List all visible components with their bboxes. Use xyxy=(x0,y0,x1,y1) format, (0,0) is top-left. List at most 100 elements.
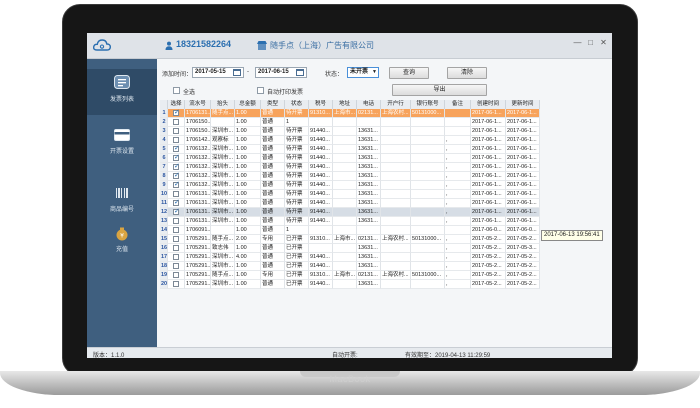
row-select-cell[interactable] xyxy=(168,244,185,253)
row-select-cell[interactable]: ✓ xyxy=(168,154,185,163)
column-header[interactable]: 流水号 xyxy=(185,100,211,109)
table-row[interactable]: 11 ✓ 1706131... 深圳市... 1.00 普通 待开票 91440... 1363… xyxy=(160,199,540,208)
calendar-icon[interactable] xyxy=(233,69,241,76)
sidebar-item-product-code[interactable]: 商品编号 xyxy=(87,187,157,227)
row-checkbox[interactable] xyxy=(173,128,179,134)
sidebar-item-recharge[interactable]: ¥ 充值 xyxy=(87,227,157,267)
row-select-cell[interactable] xyxy=(168,271,185,280)
row-select-cell[interactable] xyxy=(168,136,185,145)
row-select-cell[interactable] xyxy=(168,235,185,244)
table-row[interactable]: 16 1705291... 致志伟 1.00 普通 已开票 13631..., 2017-05… xyxy=(160,244,540,253)
row-select-cell[interactable]: ✓ xyxy=(168,172,185,181)
table-cell: 普通 xyxy=(261,199,285,208)
row-select-cell[interactable] xyxy=(168,262,185,271)
table-row[interactable]: 19 1705291... 随手点... 1.00 专用 已开票 91310... 上海市..… xyxy=(160,271,540,280)
row-select-cell[interactable]: ✓ xyxy=(168,199,185,208)
row-checkbox[interactable]: ✓ xyxy=(173,208,180,215)
column-header[interactable]: 电话 xyxy=(357,100,381,109)
row-select-cell[interactable] xyxy=(168,253,185,262)
row-checkbox[interactable] xyxy=(173,119,179,125)
table-row[interactable]: 17 1705291... 深圳市... 4.00 普通 已开票 91440... 13631… xyxy=(160,253,540,262)
status-select[interactable]: 未开票 ▼ xyxy=(347,67,379,78)
column-header[interactable]: 抬头 xyxy=(211,100,235,109)
query-button[interactable]: 查询 xyxy=(389,67,429,79)
row-checkbox[interactable] xyxy=(173,137,179,143)
clear-button[interactable]: 清除 xyxy=(447,67,487,79)
column-header[interactable]: 更新时间 xyxy=(506,100,540,109)
row-select-cell[interactable] xyxy=(168,217,185,226)
select-all-checkbox[interactable] xyxy=(173,87,180,94)
row-checkbox[interactable]: ✓ xyxy=(173,172,180,179)
svg-text:¥: ¥ xyxy=(120,233,124,240)
column-header[interactable]: 备注 xyxy=(445,100,471,109)
row-checkbox[interactable]: ✓ xyxy=(173,109,180,116)
row-select-cell[interactable] xyxy=(168,280,185,289)
table-row[interactable]: 12 ✓ 1706131... 深圳市... 1.00 普通 待开票 91440... 1363… xyxy=(160,208,540,217)
row-select-cell[interactable] xyxy=(168,127,185,136)
table-row[interactable]: 8 ✓ 1706132... 深圳市... 1.00 普通 待开票 91440... 13631… xyxy=(160,172,540,181)
table-cell: 2017-06-1... xyxy=(471,127,506,136)
row-select-cell[interactable]: ✓ xyxy=(168,145,185,154)
row-checkbox[interactable]: ✓ xyxy=(173,145,180,152)
table-row[interactable]: 1 ✓ 1706131... 随手点... 1.00 普通 待开票 91310... 上海市..… xyxy=(160,109,540,118)
table-row[interactable]: 15 1705291... 随手点... 2.00 专用 已开票 91310... 上海市..… xyxy=(160,235,540,244)
row-checkbox[interactable]: ✓ xyxy=(173,154,180,161)
row-checkbox[interactable] xyxy=(173,272,179,278)
table-cell xyxy=(381,145,411,154)
column-header[interactable]: 开户行 xyxy=(381,100,411,109)
table-row[interactable]: 6 ✓ 1706132... 深圳市... 1.00 普通 待开票 91440... 13631… xyxy=(160,154,540,163)
column-header[interactable]: 选择 xyxy=(168,100,185,109)
calendar-icon[interactable] xyxy=(296,69,304,76)
row-select-cell[interactable] xyxy=(168,226,185,235)
table-row[interactable]: 9 ✓ 1706132... 深圳市... 1.00 普通 待开票 91440... 13631… xyxy=(160,181,540,190)
row-checkbox[interactable] xyxy=(173,218,179,224)
row-checkbox[interactable] xyxy=(173,191,179,197)
row-select-cell[interactable]: ✓ xyxy=(168,109,185,118)
table-cell: 13631... xyxy=(357,217,381,226)
column-header[interactable]: 总金额 xyxy=(235,100,261,109)
table-row[interactable]: 4 1706142... 观察标 1.00 普通 待开票 91440... 13631...,… xyxy=(160,136,540,145)
row-checkbox[interactable] xyxy=(173,254,179,260)
maximize-button[interactable]: □ xyxy=(586,38,595,47)
cloud-logo-icon xyxy=(93,39,111,51)
table-row[interactable]: 7 ✓ 1706132... 深圳市... 1.00 普通 待开票 91440... 13631… xyxy=(160,163,540,172)
table-row[interactable]: 20 1705291... 深圳市... 1.00 普通 已开票 91440... 13631… xyxy=(160,280,540,289)
column-header[interactable]: 银行账号 xyxy=(411,100,445,109)
row-checkbox[interactable] xyxy=(173,281,179,287)
row-select-cell[interactable] xyxy=(168,118,185,127)
row-select-cell[interactable]: ✓ xyxy=(168,208,185,217)
table-row[interactable]: 14 1706091... 1.00 普通 1 2017-06-0... 2017-06-0… xyxy=(160,226,540,235)
row-select-cell[interactable]: ✓ xyxy=(168,163,185,172)
row-checkbox[interactable]: ✓ xyxy=(173,163,180,170)
row-select-cell[interactable]: ✓ xyxy=(168,181,185,190)
row-select-cell[interactable] xyxy=(168,190,185,199)
row-checkbox[interactable]: ✓ xyxy=(173,199,180,206)
row-checkbox[interactable] xyxy=(173,236,179,242)
column-header[interactable]: 创建时间 xyxy=(471,100,506,109)
row-checkbox[interactable]: ✓ xyxy=(173,181,180,188)
minimize-button[interactable]: — xyxy=(573,38,582,47)
table-row[interactable]: 18 1705291... 深圳市... 1.00 普通 已开票 91440... 13631… xyxy=(160,262,540,271)
auto-print-checkbox[interactable] xyxy=(257,87,264,94)
row-checkbox[interactable] xyxy=(173,245,179,251)
sidebar-item-invoice-list[interactable]: 发票列表 xyxy=(87,69,157,115)
table-row[interactable]: 2 1706150... 1.00 普通 1 2017-06-1... 2017-06-1.… xyxy=(160,118,540,127)
table-row[interactable]: 5 ✓ 1706132... 深圳市... 1.00 普通 待开票 91440... 13631… xyxy=(160,145,540,154)
row-number-header[interactable] xyxy=(160,100,168,109)
table-row[interactable]: 10 1706131... 深圳市... 1.00 普通 待开票 91440... 13631… xyxy=(160,190,540,199)
table-cell: 2017-06-0... xyxy=(506,226,540,235)
column-header[interactable]: 地址 xyxy=(333,100,357,109)
row-checkbox[interactable] xyxy=(173,227,179,233)
column-header[interactable]: 税号 xyxy=(309,100,333,109)
export-button[interactable]: 导出 xyxy=(392,84,487,96)
column-header[interactable]: 状态 xyxy=(285,100,309,109)
sidebar-item-invoice-settings[interactable]: 开票设置 xyxy=(87,129,157,169)
column-header[interactable]: 类型 xyxy=(261,100,285,109)
sidebar: 发票列表 开票设置 商品编号 ¥ 充值 xyxy=(87,59,157,347)
row-checkbox[interactable] xyxy=(173,263,179,269)
table-cell: 已开票 xyxy=(285,253,309,262)
close-button[interactable]: ✕ xyxy=(599,38,608,47)
table-row[interactable]: 3 1706150... 深圳市... 1.00 普通 待开票 91440... 13631.… xyxy=(160,127,540,136)
table-cell xyxy=(309,244,333,253)
table-row[interactable]: 13 1706131... 深圳市... 1.00 普通 待开票 91440... 13631… xyxy=(160,217,540,226)
